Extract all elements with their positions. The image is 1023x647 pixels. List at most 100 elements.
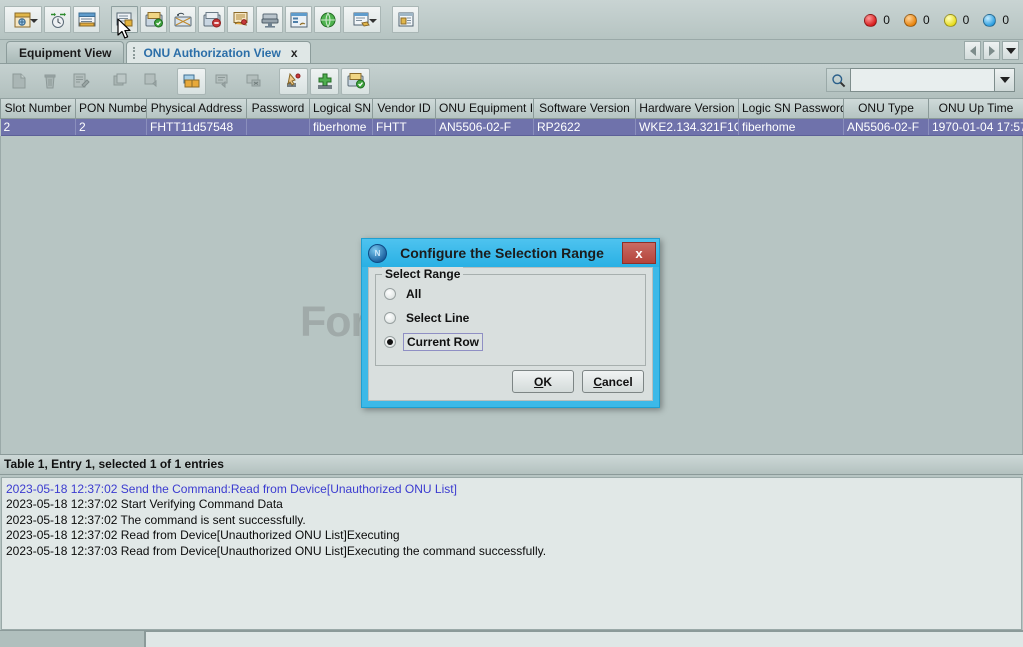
cell-logic-sn-password[interactable]: fiberhome [738,118,844,136]
server-icon-button[interactable] [256,6,283,33]
clock-timer-icon [50,12,66,28]
alarm-indicator-minor[interactable]: 0 [943,13,969,27]
read-from-device-icon [116,12,132,26]
tab-scroll-left-button[interactable] [964,41,981,60]
radio-option-all[interactable]: All [384,283,637,305]
clock-timer-icon-button[interactable] [44,6,71,33]
tab-equipment-view[interactable]: Equipment View [6,41,125,63]
column-header-onu-equipment-id[interactable]: ONU Equipment ID [435,99,534,119]
alarm-indicator-warning[interactable]: 0 [983,13,1009,27]
apply-icon-button[interactable] [208,68,237,95]
trash-icon [44,74,55,89]
status-bar-left-panel [0,631,145,647]
device-manager-icon-button[interactable] [285,6,312,33]
tab-equipment-view-label: Equipment View [19,45,112,60]
authorize-onu-icon-button[interactable] [341,67,370,95]
ok-button[interactable]: OK [512,370,574,393]
config-window-icon-button[interactable] [4,6,42,33]
remove-device-icon-button[interactable] [198,6,225,33]
table-toolbar [0,64,1023,99]
open-book-icon-button[interactable] [177,67,206,95]
column-header-password[interactable]: Password [246,99,310,119]
cancel-button[interactable]: Cancel [582,370,644,393]
alarm-minor-dot-icon [943,13,957,27]
copy-rows-icon-button[interactable] [106,68,135,95]
cell-physical-address[interactable]: FHTT11d57548 [146,118,247,136]
radio-select-line-icon[interactable] [384,312,396,324]
dialog-body: Select Range All Select Line Current Row… [368,267,653,401]
log-line: 2023-05-18 12:37:02 Start Verifying Comm… [6,497,283,511]
cell-pon-number[interactable]: 2 [75,118,147,136]
search-icon [832,73,846,87]
cell-onu-type[interactable]: AN5506-02-F [843,118,929,136]
edit-icon-button[interactable] [66,68,95,95]
column-header-hardware-version[interactable]: Hardware Version [635,99,739,119]
log-line: 2023-05-18 12:37:02 The command is sent … [6,512,306,527]
table-entry-status-text: Table 1, Entry 1, selected 1 of 1 entrie… [4,457,224,471]
dialog-title-bar[interactable]: N Configure the Selection Range x [362,239,659,267]
column-header-onu-up-time[interactable]: ONU Up Time [928,99,1023,119]
radio-current-row-label: Current Row [403,333,483,351]
radio-current-row-icon[interactable] [384,336,396,348]
panel-icon-button[interactable] [392,6,419,33]
tab-scroll-right-button[interactable] [983,41,1000,60]
chevron-down-icon [30,19,38,23]
chevron-down-icon [369,19,377,23]
cell-software-version[interactable]: RP2622 [533,118,636,136]
alarm-warning-count: 0 [1002,13,1009,27]
tab-list-dropdown-button[interactable] [1002,41,1019,60]
new-icon-button[interactable] [4,68,33,95]
chevron-right-icon [988,45,995,56]
column-header-software-version[interactable]: Software Version [533,99,636,119]
alarm-indicator-major[interactable]: 0 [903,13,930,27]
search-dropdown-button[interactable] [995,68,1015,92]
alarm-critical-count: 0 [883,13,890,27]
add-row-icon [317,73,332,89]
server-icon [261,13,278,28]
ok-button-mnemonic: O [533,374,544,389]
radio-all-icon[interactable] [384,288,396,300]
tab-onu-authorization-view[interactable]: ONU Authorization View x [126,41,311,63]
column-header-logical-sn[interactable]: Logical SN [309,99,373,119]
radio-option-select-line[interactable]: Select Line [384,307,637,329]
search-input[interactable] [850,68,995,92]
cell-slot-number[interactable]: 2 [0,118,76,136]
globe-icon-button[interactable] [314,6,341,33]
cell-onu-up-time[interactable]: 1970-01-04 17:57:37 [928,118,1023,136]
add-row-icon-button[interactable] [310,67,339,95]
tab-close-icon[interactable]: x [291,46,298,60]
column-header-slot-number[interactable]: Slot Number [0,99,76,119]
edit-icon [73,73,90,88]
select-pointer-icon-button[interactable] [279,67,308,95]
authorize-icon-button[interactable] [227,6,254,33]
column-header-physical-address[interactable]: Physical Address [146,99,247,119]
cell-vendor-id[interactable]: FHTT [372,118,436,136]
paste-rows-icon-button[interactable] [137,68,166,95]
report-icon-button[interactable] [343,6,381,33]
dialog-close-button[interactable]: x [622,242,656,264]
cell-logical-sn[interactable]: fiberhome [309,118,373,136]
onu-list-icon-button[interactable] [73,6,100,33]
add-device-icon-button[interactable] [140,6,167,33]
column-header-onu-type[interactable]: ONU Type [843,99,929,119]
select-range-legend: Select Range [382,267,464,281]
app-logo-icon: N [368,243,387,263]
radio-option-current-row[interactable]: Current Row [384,331,637,353]
command-log-panel[interactable]: 2023-05-18 12:37:02 Send the Command:Rea… [1,476,1022,630]
column-header-pon-number[interactable]: PON Number [75,99,147,119]
cell-onu-equipment-id[interactable]: AN5506-02-F [435,118,534,136]
column-header-vendor-id[interactable]: Vendor ID [372,99,436,119]
delete-icon-button[interactable] [35,68,64,95]
cell-hardware-version[interactable]: WKE2.134.321F1G [635,118,739,136]
cell-password[interactable] [246,118,310,136]
alarm-indicator-critical[interactable]: 0 [864,13,890,27]
search-button[interactable] [826,68,850,92]
read-from-device-icon-button[interactable] [111,6,138,33]
table-row[interactable]: 2 2 FHTT11d57548 fiberhome FHTT AN5506-0… [0,118,1023,136]
alarm-status-indicators: 0 0 0 0 [850,0,1009,40]
add-device-icon [145,11,163,27]
network-scan-icon-button[interactable] [169,6,196,33]
cancel-command-icon-button[interactable] [239,68,268,95]
column-header-logic-sn-password[interactable]: Logic SN Password [738,99,844,119]
authorize-onu-icon [347,73,365,89]
